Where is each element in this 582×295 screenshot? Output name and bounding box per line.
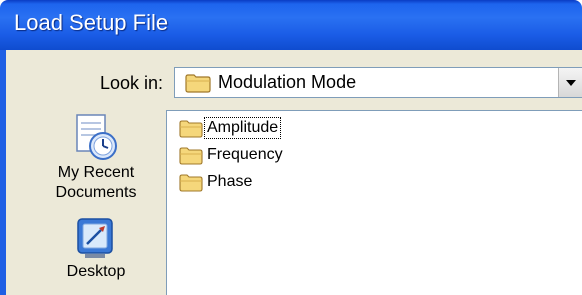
load-setup-file-dialog: Load Setup File Look in: Modulation Mode bbox=[0, 0, 582, 295]
place-desktop[interactable]: Desktop bbox=[36, 216, 156, 282]
look-in-dropdown[interactable]: Modulation Mode bbox=[174, 67, 582, 98]
folder-icon bbox=[179, 174, 203, 192]
place-label-line1: Desktop bbox=[66, 263, 126, 280]
place-label-line1: My Recent bbox=[57, 164, 135, 181]
file-list[interactable]: Amplitude Frequency Phase bbox=[166, 110, 582, 295]
look-in-label: Look in: bbox=[100, 73, 164, 93]
recent-documents-icon bbox=[76, 114, 117, 160]
folder-icon bbox=[179, 120, 203, 138]
file-name: Amplitude bbox=[203, 117, 282, 139]
file-name: Phase bbox=[207, 173, 253, 190]
title-bar[interactable]: Load Setup File bbox=[0, 0, 582, 50]
file-name: Frequency bbox=[207, 146, 283, 163]
dialog-body: Look in: Modulation Mode My Recent Docum… bbox=[6, 50, 582, 295]
dropdown-arrow-button[interactable] bbox=[558, 68, 582, 97]
window-title: Load Setup File bbox=[14, 10, 169, 35]
look-in-value: Modulation Mode bbox=[218, 72, 357, 92]
desktop-icon bbox=[77, 218, 113, 258]
place-label-line2: Documents bbox=[55, 184, 137, 201]
place-my-recent-documents[interactable]: My Recent Documents bbox=[36, 113, 156, 203]
folder-icon bbox=[185, 74, 211, 93]
places-bar: My Recent Documents Desktop bbox=[36, 113, 156, 295]
folder-icon bbox=[179, 147, 203, 165]
